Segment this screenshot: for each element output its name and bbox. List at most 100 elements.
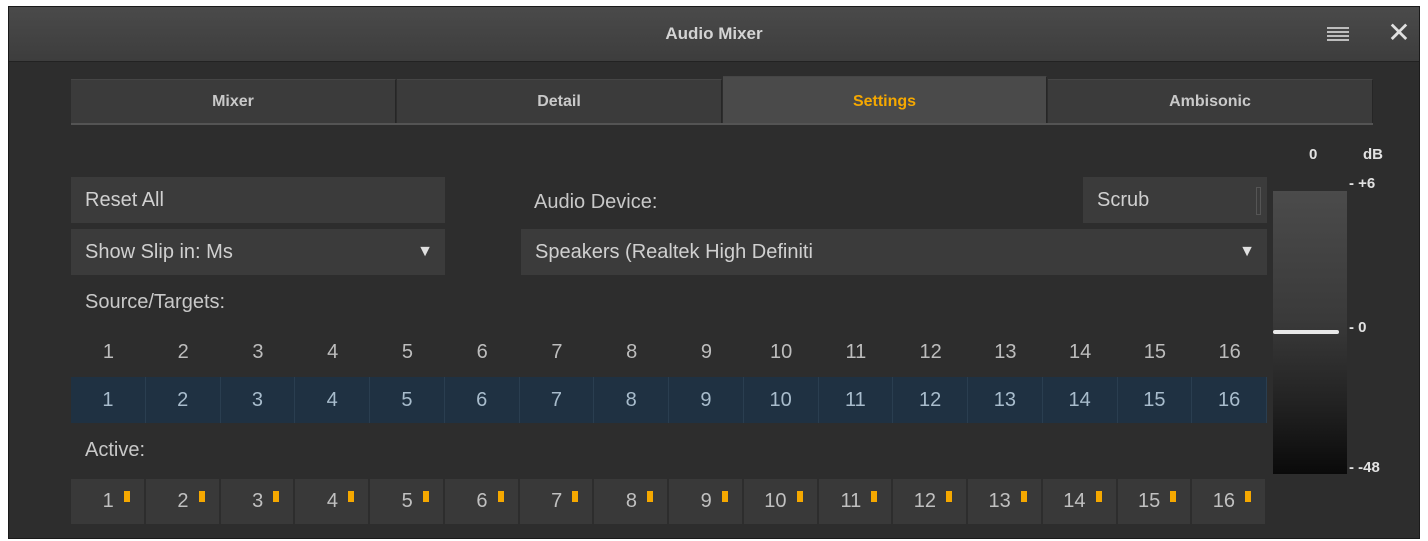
source-number: 10 xyxy=(770,341,793,363)
active-channel-toggle[interactable]: 5 xyxy=(370,479,444,524)
active-channel-toggle[interactable]: 6 xyxy=(444,479,519,524)
active-channel-number: 7 xyxy=(551,490,563,512)
active-channel-number: 5 xyxy=(401,490,413,512)
target-cell[interactable]: 14 xyxy=(1043,377,1118,423)
tab-detail[interactable]: Detail xyxy=(397,79,722,123)
tab-bar: Mixer Detail Settings Ambisonic xyxy=(71,76,1373,125)
active-indicator-icon xyxy=(273,491,280,502)
tab-mixer[interactable]: Mixer xyxy=(71,79,396,123)
target-cell[interactable]: 16 xyxy=(1192,377,1267,423)
active-channel-number: 6 xyxy=(476,490,488,512)
source-number: 3 xyxy=(252,341,264,363)
active-channel-number: 12 xyxy=(913,490,936,512)
active-channel-toggle[interactable]: 12 xyxy=(893,479,967,524)
target-cell[interactable]: 15 xyxy=(1118,377,1193,423)
source-number: 11 xyxy=(845,341,867,363)
meter-tick-minus48: - -48 xyxy=(1349,459,1380,476)
meter-tick-0: - 0 xyxy=(1349,319,1367,336)
meter-level-marker[interactable] xyxy=(1273,330,1339,334)
scrub-toggle-indicator xyxy=(1256,187,1261,215)
source-number: 2 xyxy=(177,341,189,363)
active-channel-toggle[interactable]: 14 xyxy=(1042,479,1117,524)
meter-header-value: 0 xyxy=(1309,146,1318,163)
active-indicator-icon xyxy=(721,491,728,502)
target-cell[interactable]: 12 xyxy=(893,377,968,423)
active-channel-toggle[interactable]: 7 xyxy=(519,479,594,524)
active-channel-toggle[interactable]: 9 xyxy=(669,479,743,524)
scrub-label: Scrub xyxy=(1097,189,1150,211)
show-slip-value: Show Slip in: Ms xyxy=(85,241,233,263)
target-cell[interactable]: 13 xyxy=(968,377,1043,423)
target-cell[interactable]: 8 xyxy=(594,377,669,423)
active-indicator-icon xyxy=(796,491,803,502)
active-row: 1 2 3 4 5 6 7 8 9 10 11 12 13 14 15 16 xyxy=(71,479,1267,525)
target-cell[interactable]: 7 xyxy=(520,377,595,423)
target-cell[interactable]: 1 xyxy=(71,377,146,423)
source-number: 8 xyxy=(626,341,638,363)
dropdown-arrow-icon: ▼ xyxy=(417,243,433,260)
active-indicator-icon xyxy=(497,491,504,502)
active-indicator-icon xyxy=(1245,491,1251,502)
audio-device-label: Audio Device: xyxy=(534,191,658,213)
active-indicator-icon xyxy=(572,491,579,502)
active-indicator-icon xyxy=(1020,491,1027,502)
active-indicator-icon xyxy=(123,491,130,502)
audio-mixer-window: Audio Mixer ✕ Mixer Detail Settings Ambi… xyxy=(8,6,1420,539)
active-channel-number: 11 xyxy=(840,490,862,512)
source-number: 9 xyxy=(700,341,712,363)
active-channel-toggle[interactable]: 15 xyxy=(1117,479,1192,524)
source-number: 1 xyxy=(102,341,114,363)
active-channel-number: 10 xyxy=(764,490,787,512)
target-cell[interactable]: 9 xyxy=(669,377,744,423)
show-slip-dropdown[interactable]: Show Slip in: Ms ▼ xyxy=(71,229,445,275)
active-channel-number: 15 xyxy=(1138,490,1161,512)
active-channel-toggle[interactable]: 10 xyxy=(743,479,818,524)
meter-tick-plus6: - +6 xyxy=(1349,175,1376,192)
active-channel-toggle[interactable]: 4 xyxy=(295,479,369,524)
tabs-divider xyxy=(71,123,1373,125)
close-icon[interactable]: ✕ xyxy=(1384,18,1414,48)
target-cell[interactable]: 10 xyxy=(744,377,819,423)
active-channel-number: 2 xyxy=(177,490,189,512)
active-channel-number: 3 xyxy=(252,490,264,512)
source-number: 5 xyxy=(401,341,413,363)
audio-device-dropdown[interactable]: Speakers (Realtek High Definiti ▼ xyxy=(521,229,1267,275)
active-channel-toggle[interactable]: 2 xyxy=(145,479,220,524)
dropdown-arrow-icon: ▼ xyxy=(1239,243,1255,260)
active-channel-number: 9 xyxy=(700,490,712,512)
target-cell[interactable]: 5 xyxy=(370,377,445,423)
target-cell[interactable]: 2 xyxy=(146,377,221,423)
active-channel-number: 8 xyxy=(625,490,637,512)
active-indicator-icon xyxy=(946,491,952,502)
target-cell[interactable]: 6 xyxy=(445,377,520,423)
tab-ambisonic[interactable]: Ambisonic xyxy=(1048,79,1373,123)
active-indicator-icon xyxy=(871,491,878,502)
active-channel-number: 4 xyxy=(326,490,338,512)
active-channel-number: 13 xyxy=(988,490,1011,512)
target-cell[interactable]: 4 xyxy=(295,377,370,423)
source-number: 6 xyxy=(476,341,488,363)
active-channel-toggle[interactable]: 3 xyxy=(220,479,295,524)
source-number: 16 xyxy=(1218,341,1241,363)
active-indicator-icon xyxy=(198,491,205,502)
active-channel-toggle[interactable]: 16 xyxy=(1192,479,1266,524)
source-number: 14 xyxy=(1069,341,1092,363)
tab-settings[interactable]: Settings xyxy=(723,76,1047,123)
target-cell[interactable]: 11 xyxy=(819,377,894,423)
active-channel-toggle[interactable]: 13 xyxy=(968,479,1042,524)
source-row: 1 2 3 4 5 6 7 8 9 10 11 12 13 14 15 16 xyxy=(71,329,1267,375)
active-channel-number: 14 xyxy=(1063,490,1086,512)
hamburger-menu-icon[interactable] xyxy=(1327,27,1349,43)
source-number: 7 xyxy=(551,341,563,363)
window-title: Audio Mixer xyxy=(665,24,763,43)
reset-all-button[interactable]: Reset All xyxy=(71,177,445,223)
level-meter[interactable] xyxy=(1273,191,1347,474)
scrub-button[interactable]: Scrub xyxy=(1083,177,1267,223)
meter-unit: dB xyxy=(1363,146,1383,163)
active-channel-toggle[interactable]: 1 xyxy=(71,479,145,524)
active-channel-toggle[interactable]: 11 xyxy=(818,479,893,524)
source-number: 4 xyxy=(327,341,339,363)
target-cell[interactable]: 3 xyxy=(221,377,296,423)
active-indicator-icon xyxy=(1170,491,1177,502)
active-channel-toggle[interactable]: 8 xyxy=(594,479,668,524)
